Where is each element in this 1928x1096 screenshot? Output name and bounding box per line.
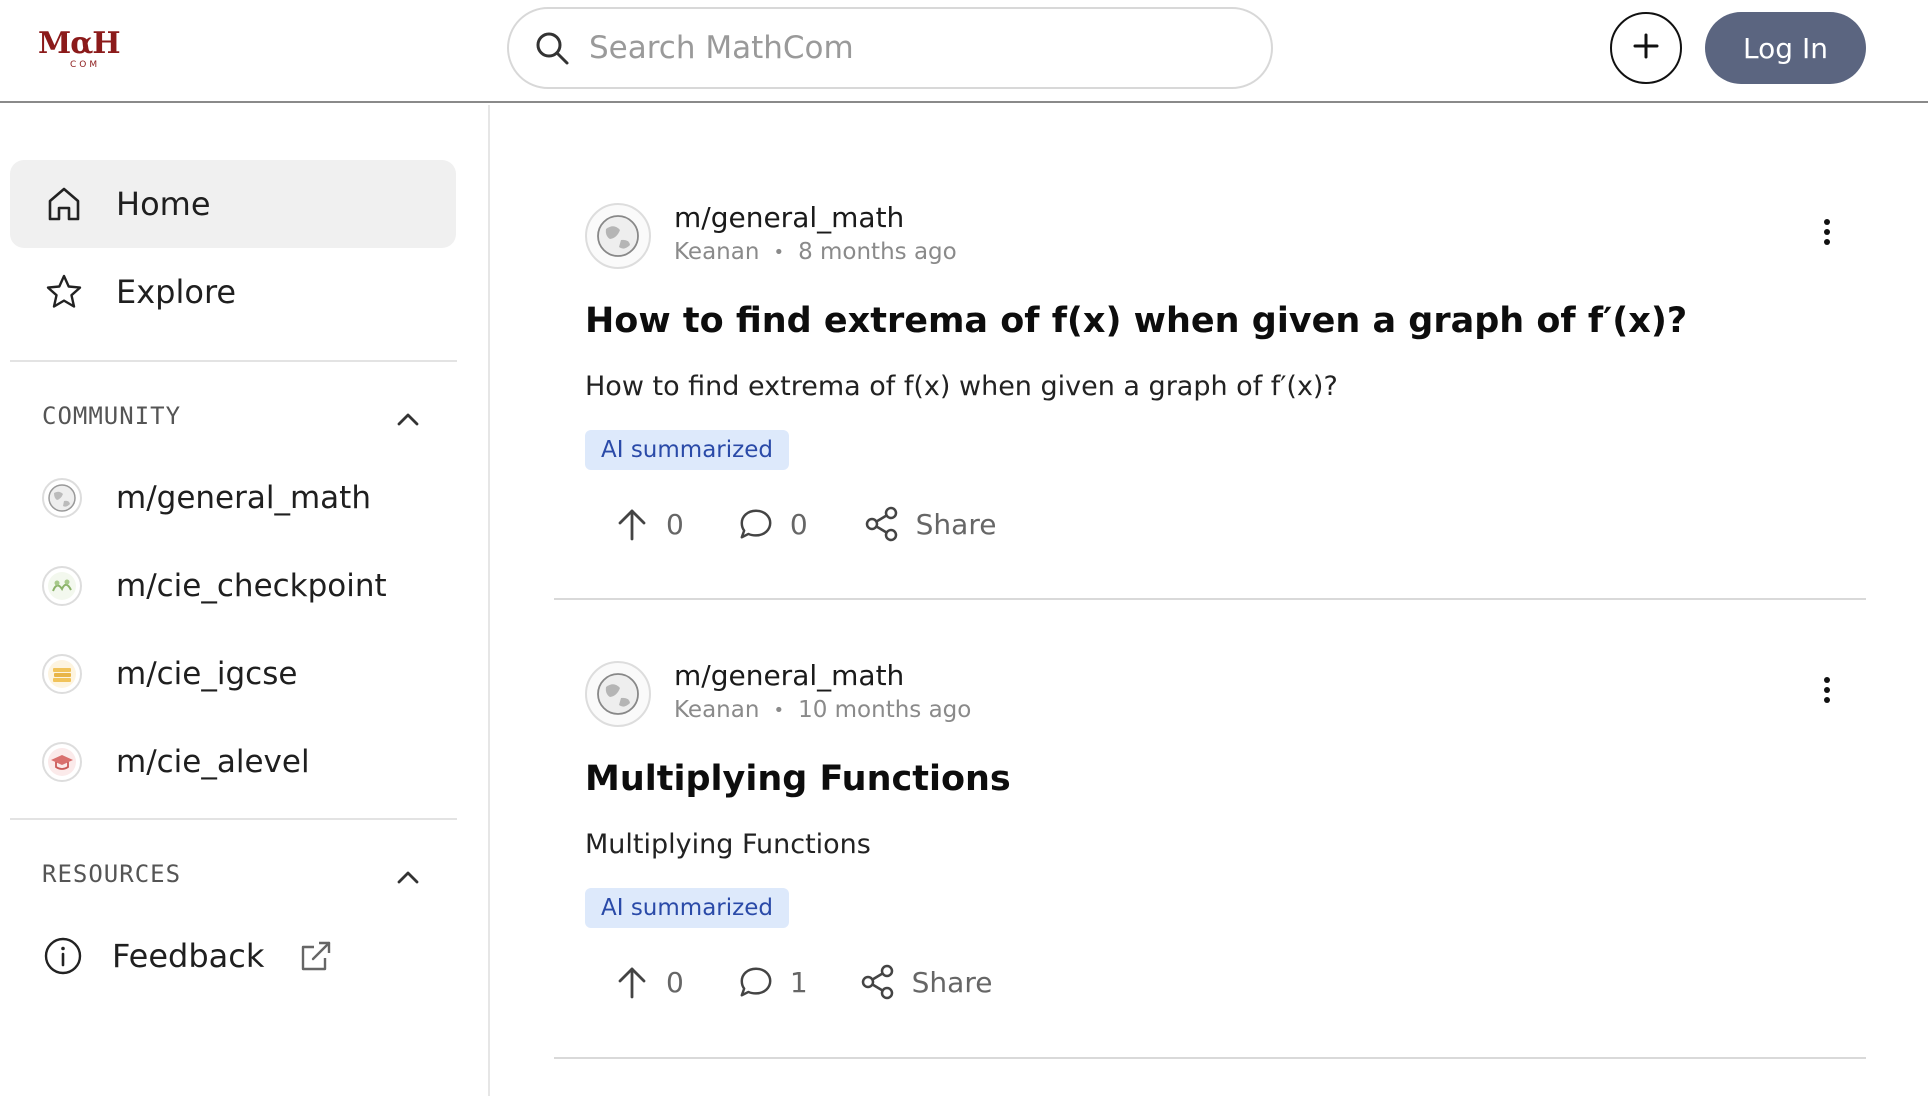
post-actions: 0 1 Share <box>614 957 992 1007</box>
post-body: Multiplying Functions <box>585 829 871 860</box>
chevron-up-icon[interactable] <box>392 403 424 435</box>
sidebar-item-label: m/cie_igcse <box>116 656 298 692</box>
sidebar-item-label: Explore <box>116 273 237 311</box>
ai-summarized-badge: AI summarized <box>585 888 789 928</box>
post-title[interactable]: How to find extrema of f(x) when given a… <box>585 301 1687 341</box>
share-button[interactable]: Share <box>860 962 993 1002</box>
post-header: m/general_math Keanan • 10 months ago <box>585 659 1865 731</box>
books-avatar-icon <box>42 654 82 694</box>
plant-avatar-icon <box>42 566 82 606</box>
community-name[interactable]: m/general_math <box>674 659 904 692</box>
post-meta: Keanan • 10 months ago <box>674 697 971 723</box>
post-time: 8 months ago <box>798 239 957 265</box>
logo-text: MαH <box>38 26 121 61</box>
share-label: Share <box>915 507 997 541</box>
sidebar-item-explore[interactable]: Explore <box>10 248 456 336</box>
more-options-button[interactable] <box>1807 211 1847 257</box>
comment-button[interactable]: 0 <box>738 504 808 544</box>
meta-separator: • <box>773 241 785 263</box>
post-divider <box>554 598 1866 600</box>
globe-avatar-icon <box>42 478 82 518</box>
site-logo[interactable]: MαH COM <box>38 28 138 76</box>
sidebar-item-label: m/cie_alevel <box>116 744 310 780</box>
upvote-count: 0 <box>666 965 684 999</box>
post-actions: 0 0 Share <box>614 499 996 549</box>
sidebar-item-cie-checkpoint[interactable]: m/cie_checkpoint <box>10 550 456 622</box>
logo-subtext: COM <box>70 60 101 70</box>
share-icon <box>864 504 900 544</box>
comment-button[interactable]: 1 <box>738 962 808 1002</box>
share-label: Share <box>911 965 993 999</box>
community-avatar[interactable] <box>585 661 651 727</box>
upvote-button[interactable]: 0 <box>614 962 684 1002</box>
upvote-button[interactable]: 0 <box>614 504 684 544</box>
sidebar-item-label: Home <box>116 185 211 223</box>
post-header: m/general_math Keanan • 8 months ago <box>585 201 1865 273</box>
community-section-title: COMMUNITY <box>42 402 182 430</box>
search-icon <box>533 29 571 67</box>
comment-count: 0 <box>789 507 808 541</box>
search-input[interactable] <box>589 30 1229 66</box>
share-button[interactable]: Share <box>864 504 997 544</box>
create-post-button[interactable] <box>1610 12 1682 84</box>
comment-bubble-icon <box>738 504 774 544</box>
comment-count: 1 <box>789 965 808 999</box>
plus-icon <box>1631 31 1661 65</box>
vertical-dots-icon <box>1823 218 1831 250</box>
login-button[interactable]: Log In <box>1705 12 1866 84</box>
info-icon <box>42 935 84 977</box>
sidebar: Home Explore COMMUNITY m/general_math m/… <box>0 105 490 1096</box>
sidebar-item-label: Feedback <box>112 937 265 975</box>
arrow-up-icon <box>614 504 650 544</box>
post-divider <box>554 1057 1866 1059</box>
external-link-icon <box>298 938 334 974</box>
arrow-up-icon <box>614 962 650 1002</box>
comment-bubble-icon <box>738 962 774 1002</box>
author-name[interactable]: Keanan <box>674 697 759 723</box>
community-avatar[interactable] <box>585 203 651 269</box>
sidebar-item-feedback[interactable]: Feedback <box>10 920 370 992</box>
author-name[interactable]: Keanan <box>674 239 759 265</box>
sidebar-item-general-math[interactable]: m/general_math <box>10 462 456 534</box>
post-time: 10 months ago <box>798 697 972 723</box>
top-header: MαH COM Log In <box>0 0 1928 103</box>
vertical-dots-icon <box>1823 676 1831 708</box>
star-icon <box>42 270 86 314</box>
sidebar-item-cie-igcse[interactable]: m/cie_igcse <box>10 638 456 710</box>
community-name[interactable]: m/general_math <box>674 201 904 234</box>
upvote-count: 0 <box>666 507 684 541</box>
graduation-cap-avatar-icon <box>42 742 82 782</box>
post-meta: Keanan • 8 months ago <box>674 239 957 265</box>
ai-summarized-badge: AI summarized <box>585 430 789 470</box>
sidebar-item-home[interactable]: Home <box>10 160 456 248</box>
sidebar-item-label: m/general_math <box>116 480 371 516</box>
more-options-button[interactable] <box>1807 669 1847 715</box>
search-bar[interactable] <box>507 7 1273 89</box>
share-icon <box>860 962 896 1002</box>
resources-section-title: RESOURCES <box>42 860 182 888</box>
sidebar-divider <box>10 360 457 362</box>
sidebar-item-cie-alevel[interactable]: m/cie_alevel <box>10 726 456 798</box>
sidebar-item-label: m/cie_checkpoint <box>116 568 387 604</box>
meta-separator: • <box>773 699 785 721</box>
chevron-up-icon[interactable] <box>392 861 424 893</box>
post-title[interactable]: Multiplying Functions <box>585 759 1011 799</box>
sidebar-divider <box>10 818 457 820</box>
post-body: How to find extrema of f(x) when given a… <box>585 371 1338 402</box>
home-icon <box>42 182 86 226</box>
